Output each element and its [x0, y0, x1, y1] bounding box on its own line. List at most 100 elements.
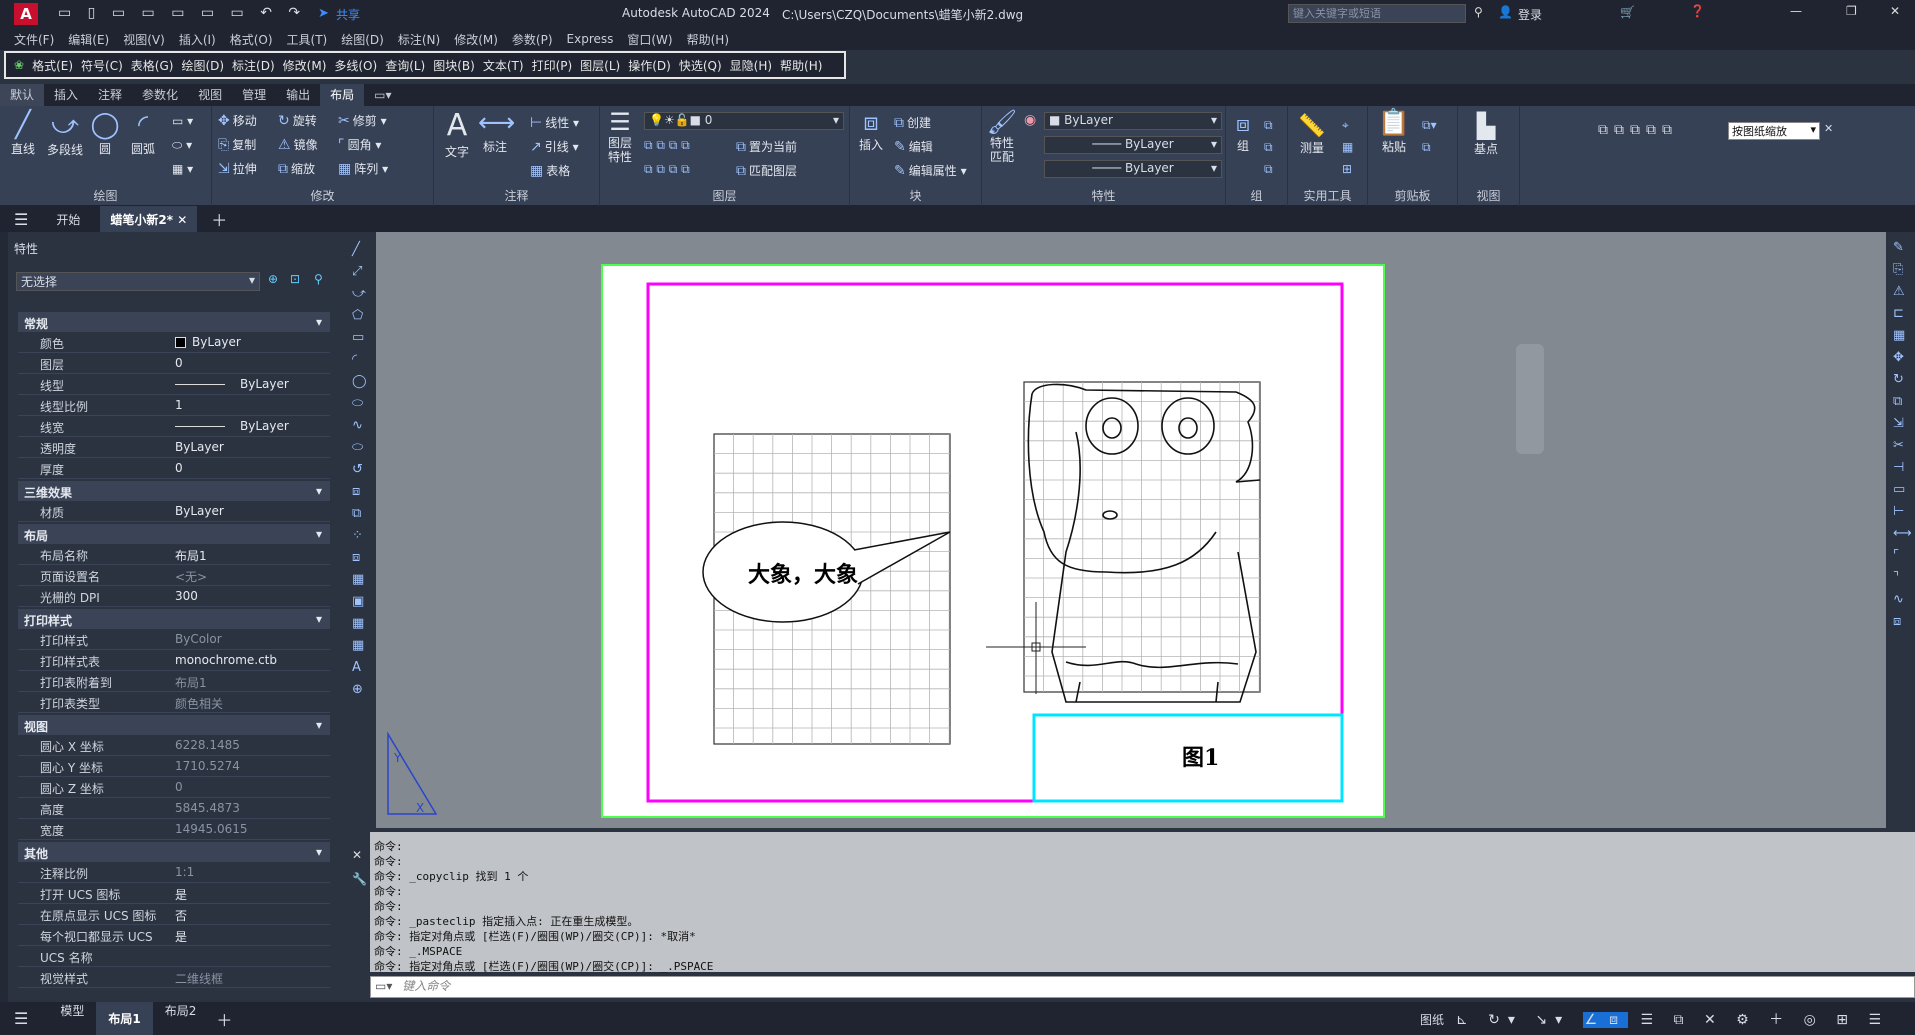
- property-row[interactable]: 光栅的 DPI 300: [18, 586, 330, 607]
- draw-tool-icon[interactable]: ⁘: [352, 528, 363, 543]
- utility-tools[interactable]: ⌖ ▦ ⊞: [1342, 114, 1353, 180]
- dimension-button[interactable]: ⟷ 标注: [478, 108, 515, 155]
- draw-tool-icon[interactable]: ⬭: [352, 440, 363, 455]
- custom-menu-item[interactable]: 多线(O): [334, 57, 377, 74]
- minimize-button[interactable]: —: [1790, 4, 1802, 18]
- panel-properties-label[interactable]: 特性: [982, 187, 1225, 204]
- panel-view-label[interactable]: 视图: [1458, 187, 1519, 204]
- user-icon[interactable]: 👤: [1498, 5, 1513, 19]
- draw-tool-icon[interactable]: ◯: [352, 374, 367, 389]
- menu-item[interactable]: 标注(N): [398, 31, 440, 48]
- panel-modify-label[interactable]: 修改: [212, 187, 433, 204]
- ribbon-tab[interactable]: 管理: [232, 84, 276, 106]
- section-header[interactable]: 视图 ▾: [18, 715, 330, 735]
- ribbon-tab[interactable]: 输出: [276, 84, 320, 106]
- linear-button[interactable]: ⊢ 线性 ▾: [530, 114, 579, 131]
- modify-tool-icon[interactable]: ⊣: [1893, 460, 1904, 475]
- fillet-button[interactable]: ⌜ 圆角 ▾: [338, 136, 381, 153]
- insert-button[interactable]: ⧈ 插入: [852, 108, 890, 153]
- custom-menu-item[interactable]: 查询(L): [385, 57, 425, 74]
- modify-tool-icon[interactable]: ⇲: [1893, 416, 1904, 431]
- hamburger-icon[interactable]: ☰: [14, 210, 28, 229]
- custom-menu-item[interactable]: 图块(B): [433, 57, 475, 74]
- toggle-pickadd-icon[interactable]: ⊕: [268, 272, 278, 286]
- property-row[interactable]: 页面设置名 <无>: [18, 565, 330, 586]
- stretch-button[interactable]: ⇲ 拉伸: [218, 160, 257, 177]
- modify-tool-icon[interactable]: ⊏: [1893, 306, 1904, 321]
- navigation-bar[interactable]: [1516, 344, 1544, 454]
- quick-access-toolbar[interactable]: ▭ ▯ ▭ ▭ ▭ ▭ ▭ ↶ ↷: [58, 5, 306, 21]
- property-row[interactable]: 视觉样式 二维线框: [18, 967, 330, 988]
- help-icon[interactable]: ❓: [1690, 4, 1705, 18]
- ribbon-tab[interactable]: 注释: [88, 84, 132, 106]
- draw-tool-icon[interactable]: ⧉: [352, 506, 361, 521]
- share-icon[interactable]: ➤: [318, 6, 329, 21]
- draw-tool-icon[interactable]: ⬠: [352, 308, 363, 323]
- table-button[interactable]: ▦ 表格: [530, 162, 570, 179]
- status-tools[interactable]: ⊾ ↻▾ ↘▾ ∠ ⧈ ☰ ⧉ ✕ ⚙ ＋ ◎ ⊞ ☰: [1456, 1009, 1889, 1029]
- menu-item[interactable]: 视图(V): [123, 31, 165, 48]
- panel-utilities-label[interactable]: 实用工具: [1288, 187, 1367, 204]
- modify-tool-icon[interactable]: ⟷: [1893, 526, 1912, 541]
- custom-menu-item[interactable]: 显隐(H): [730, 57, 772, 74]
- measure-button[interactable]: 📏 测量: [1292, 114, 1332, 156]
- panel-clipboard-label[interactable]: 剪贴板: [1368, 187, 1457, 204]
- hamburger-icon[interactable]: ☰: [14, 1009, 28, 1028]
- layer-properties-button[interactable]: ☰ 图层 特性: [602, 108, 638, 164]
- property-row[interactable]: 线型 ByLayer: [18, 374, 330, 395]
- custom-menu-item[interactable]: 操作(D): [628, 57, 671, 74]
- property-row[interactable]: 打开 UCS 图标 是: [18, 883, 330, 904]
- property-row[interactable]: 宽度 14945.0615: [18, 819, 330, 840]
- group-tools[interactable]: ⧉ ⧉ ⧉: [1264, 114, 1273, 180]
- panel-draw-label[interactable]: 绘图: [0, 187, 211, 204]
- menu-item[interactable]: 文件(F): [14, 31, 54, 48]
- rectangle-icon[interactable]: ▭ ▾: [172, 114, 193, 128]
- modify-tool-icon[interactable]: ▭: [1893, 482, 1905, 497]
- base-point-button[interactable]: ▙ 基点: [1466, 112, 1506, 157]
- property-row[interactable]: 打印样式 ByColor: [18, 629, 330, 650]
- property-row[interactable]: 打印样式表 monochrome.ctb: [18, 650, 330, 671]
- move-button[interactable]: ✥ 移动: [218, 112, 257, 129]
- modify-tool-icon[interactable]: ⧈: [1893, 614, 1901, 629]
- custom-menu-item[interactable]: 打印(P): [532, 57, 573, 74]
- modify-tool-icon[interactable]: ⌝: [1893, 570, 1899, 585]
- draw-tool-icon[interactable]: ▦: [352, 616, 364, 631]
- menu-item[interactable]: 格式(O): [230, 31, 273, 48]
- property-row[interactable]: 颜色 ByLayer: [18, 332, 330, 353]
- zoom-select[interactable]: 按图纸缩放 ▾: [1728, 122, 1820, 140]
- custom-menu-item[interactable]: 格式(E): [32, 57, 73, 74]
- menu-item[interactable]: Express: [567, 32, 614, 46]
- edit-attributes-button[interactable]: ✎ 编辑属性 ▾: [894, 162, 967, 179]
- leader-button[interactable]: ↗ 引线 ▾: [530, 138, 579, 155]
- copy-button[interactable]: ⎘ 复制: [218, 136, 256, 153]
- property-row[interactable]: 圆心 Z 坐标 0: [18, 777, 330, 798]
- layer-tools-row1[interactable]: ⧉ ⧉ ⧉ ⧉: [644, 138, 690, 153]
- property-row[interactable]: 打印表类型 颜色相关: [18, 692, 330, 713]
- draw-tool-icon[interactable]: A: [352, 660, 361, 675]
- text-button[interactable]: A 文字: [440, 108, 474, 160]
- draw-tool-icon[interactable]: ▭: [352, 330, 364, 345]
- chevron-down-icon[interactable]: ▾: [316, 527, 322, 541]
- paper-space-toggle[interactable]: 图纸: [1420, 1011, 1444, 1028]
- custom-menu-item[interactable]: 快选(Q): [679, 57, 722, 74]
- clipboard-tools[interactable]: ⧉▾ ⧉: [1422, 114, 1437, 158]
- panel-annotation-label[interactable]: 注释: [434, 187, 599, 204]
- modify-tool-icon[interactable]: ⧉: [1893, 394, 1902, 409]
- property-row[interactable]: 在原点显示 UCS 图标 否: [18, 904, 330, 925]
- layout-tab[interactable]: 布局2: [153, 1002, 209, 1035]
- autocad-logo-icon[interactable]: A: [14, 3, 38, 25]
- modify-tool-icon[interactable]: ⊢: [1893, 504, 1904, 519]
- chevron-down-icon[interactable]: ▾: [316, 612, 322, 626]
- property-row[interactable]: 图层 0: [18, 353, 330, 374]
- section-header[interactable]: 打印样式 ▾: [18, 609, 330, 629]
- draw-tool-icon[interactable]: ⧈: [352, 484, 360, 499]
- edit-block-button[interactable]: ✎ 编辑: [894, 138, 933, 155]
- zoom-toolbar[interactable]: ⧉⧉⧉⧉⧉: [1598, 122, 1678, 138]
- custom-menu-item[interactable]: 绘图(D): [181, 57, 224, 74]
- draw-tool-icon[interactable]: ▦: [352, 638, 364, 653]
- ribbon-tab[interactable]: 视图: [188, 84, 232, 106]
- lineweight-dropdown[interactable]: ──── ByLayer ▾: [1044, 160, 1222, 178]
- draw-tool-icon[interactable]: ◜: [352, 352, 357, 367]
- set-current-button[interactable]: ⧉ 置为当前: [736, 138, 797, 155]
- draw-tool-icon[interactable]: ↺: [352, 462, 363, 477]
